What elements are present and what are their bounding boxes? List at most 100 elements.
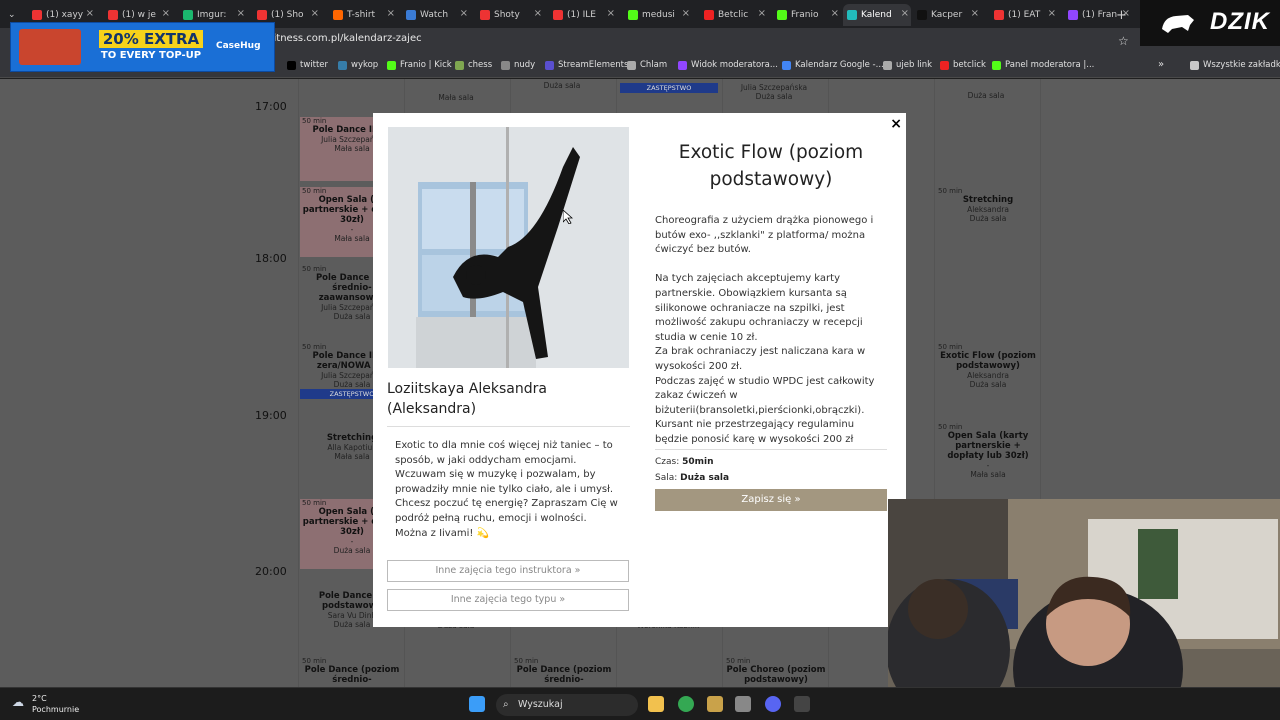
class-cell[interactable]: 50 min Pole Dance (poziom średnio- [300, 657, 404, 687]
close-tab-icon[interactable]: × [901, 8, 909, 19]
close-tab-icon[interactable]: × [86, 8, 94, 19]
new-tab-button[interactable]: + [1112, 4, 1128, 26]
class-cell[interactable]: 50 min Open Sala (karty partnerskie + do… [936, 423, 1040, 489]
signup-button[interactable]: Zapisz się » [655, 489, 887, 511]
class-cell[interactable]: Mała sala [404, 93, 508, 102]
close-tab-icon[interactable]: × [162, 8, 170, 19]
other-type-classes-button[interactable]: Inne zajęcia tego typu » [387, 589, 629, 611]
bookmark-favicon-icon [940, 60, 949, 70]
close-tab-icon[interactable]: × [758, 8, 766, 19]
taskbar-search[interactable]: ⌕ Wyszukaj [496, 694, 638, 716]
bookmark-item[interactable]: Kalendarz Google -... [782, 60, 884, 70]
tab-favicon-icon [108, 10, 118, 20]
ad-brand: CaseHug [216, 41, 261, 51]
class-cell[interactable]: Julia Szczepańska Duża sala [722, 83, 826, 101]
close-tab-icon[interactable]: × [971, 8, 979, 19]
browser-tab[interactable]: Betclic × [700, 4, 768, 26]
stream-logo: DZIK [1140, 0, 1280, 46]
ad-banner[interactable]: 20% EXTRA TO EVERY TOP-UP CaseHug [10, 22, 275, 72]
bookmark-favicon-icon [455, 60, 464, 70]
tab-favicon-icon [333, 10, 343, 20]
weather-widget[interactable]: ☁ 2°C Pochmurnie [12, 693, 79, 715]
close-tab-icon[interactable]: × [534, 8, 542, 19]
tab-favicon-icon [777, 10, 787, 20]
bookmark-item[interactable]: nudy [501, 60, 535, 70]
bookmark-item[interactable]: ujeb link [883, 60, 932, 70]
bookmark-favicon-icon [678, 60, 687, 70]
other-instructor-classes-button[interactable]: Inne zajęcia tego instruktora » [387, 560, 629, 582]
browser-tab[interactable]: Shoty × [476, 4, 544, 26]
start-menu-icon[interactable] [469, 696, 485, 712]
browser-tab[interactable]: (1) EAT × [990, 4, 1058, 26]
browser-tab[interactable]: Watch × [402, 4, 470, 26]
mouse-cursor-icon [563, 210, 573, 224]
browser-tab[interactable]: T-shirt × [329, 4, 397, 26]
close-tab-icon[interactable]: × [1048, 8, 1056, 19]
tab-favicon-icon [406, 10, 416, 20]
bookmark-item[interactable]: StreamElements [545, 60, 628, 70]
close-tab-icon[interactable]: × [387, 8, 395, 19]
time-label: 20:00 [255, 565, 287, 578]
bookmarks-overflow-icon[interactable]: » [1158, 59, 1164, 70]
bookmark-item[interactable]: Widok moderatora... [678, 60, 778, 70]
class-cell[interactable]: 50 min Exotic Flow (poziom podstawowy) A… [936, 343, 1040, 403]
bookmark-item[interactable]: chess [455, 60, 492, 70]
close-tab-icon[interactable]: × [237, 8, 245, 19]
tab-favicon-icon [847, 10, 857, 20]
ad-headline: 20% EXTRA [98, 30, 204, 48]
close-tab-icon[interactable]: × [607, 8, 615, 19]
time-label: 18:00 [255, 252, 287, 265]
bookmark-item[interactable]: betclick [940, 60, 986, 70]
bookmark-item[interactable]: wykop [338, 60, 378, 70]
class-description: Choreografia z użyciem drążka pionowego … [655, 215, 875, 445]
bookmark-item[interactable]: twitter [287, 60, 328, 70]
class-cell[interactable]: Duża sala [510, 81, 614, 90]
close-tab-icon[interactable]: × [682, 8, 690, 19]
app-icon[interactable] [707, 696, 723, 712]
tab-favicon-icon [994, 10, 1004, 20]
class-cell[interactable]: 50 min Stretching Aleksandra Duża sala [936, 187, 1040, 257]
class-cell[interactable]: Duża sala [934, 91, 1038, 100]
bookmark-favicon-icon [782, 60, 791, 70]
tab-favicon-icon [183, 10, 193, 20]
bookmark-favicon-icon [338, 60, 347, 70]
browser-tab[interactable]: Kacper × [913, 4, 981, 26]
tab-favicon-icon [1068, 10, 1078, 20]
tab-favicon-icon [480, 10, 490, 20]
url-field[interactable]: fitness.com.pl/kalendarz-zajec [270, 33, 422, 44]
instructor-photo [388, 127, 629, 368]
chrome-icon[interactable] [678, 696, 694, 712]
all-bookmarks[interactable]: Wszystkie zakładki [1190, 60, 1280, 70]
app-icon[interactable] [735, 696, 751, 712]
bookmark-item[interactable]: Franio | Kick [387, 60, 452, 70]
instructor-name[interactable]: Loziitskaya Aleksandra (Aleksandra) [387, 379, 632, 419]
file-explorer-icon[interactable] [648, 696, 664, 712]
bookmark-item[interactable]: Chlam [627, 60, 667, 70]
divider [387, 426, 630, 427]
browser-tab[interactable]: medusi × [624, 4, 692, 26]
close-tab-icon[interactable]: × [460, 8, 468, 19]
close-tab-icon[interactable]: × [831, 8, 839, 19]
bookmark-favicon-icon [883, 60, 892, 70]
ad-subline: TO EVERY TOP-UP [100, 50, 202, 61]
class-cell[interactable]: 50 min Pole Choreo (poziom podstawowy) [724, 657, 828, 687]
instructor-bio: Exotic to dla mnie coś więcej niż taniec… [395, 440, 618, 539]
class-duration: Czas: 50min [655, 457, 714, 467]
tab-favicon-icon [257, 10, 267, 20]
bookmark-favicon-icon [545, 60, 554, 70]
boar-icon [1162, 15, 1194, 33]
browser-tab[interactable]: (1) ILE × [549, 4, 617, 26]
close-tab-icon[interactable]: × [311, 8, 319, 19]
browser-tab[interactable]: Franio × [773, 4, 841, 26]
bookmark-favicon-icon [627, 60, 636, 70]
search-icon: ⌕ [503, 699, 509, 710]
bookmark-favicon-icon [992, 60, 1001, 70]
tab-favicon-icon [32, 10, 42, 20]
discord-icon[interactable] [765, 696, 781, 712]
class-cell[interactable]: 50 min Pole Dance (poziom średnio- [512, 657, 616, 687]
browser-tab[interactable]: Kalend × [843, 4, 911, 26]
bookmark-item[interactable]: Panel moderatora |... [992, 60, 1094, 70]
bookmark-star-icon[interactable]: ☆ [1118, 34, 1129, 48]
terminal-icon[interactable] [794, 696, 810, 712]
close-icon[interactable]: × [890, 116, 902, 132]
